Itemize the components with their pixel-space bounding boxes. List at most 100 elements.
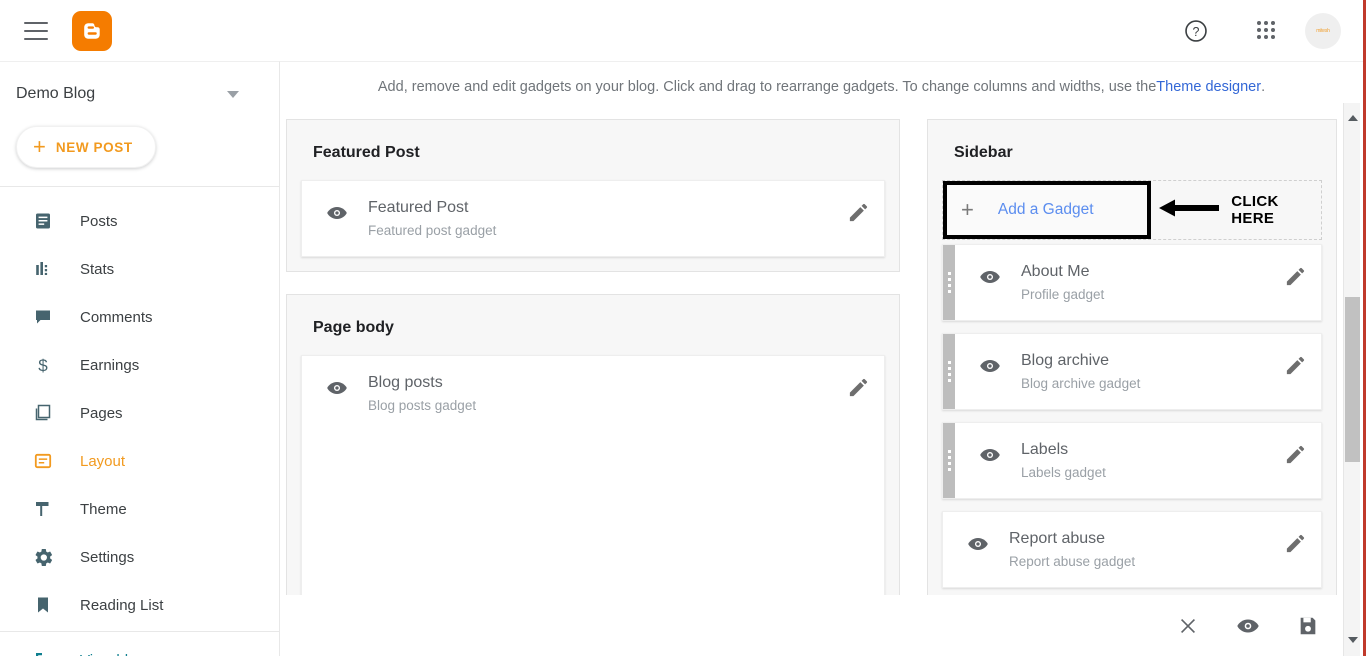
sidebar-item-label: Layout: [80, 452, 126, 470]
gadget-name: Blog posts: [368, 374, 443, 391]
gadget-subtitle: Blog posts gadget: [368, 398, 477, 413]
gadget-body: Featured Post Featured post gadget: [302, 181, 884, 256]
edit-pencil-icon[interactable]: [847, 376, 870, 404]
gadget-name: Blog archive: [1021, 352, 1110, 369]
avatar[interactable]: mitesh: [1305, 12, 1341, 49]
apps-grid-icon[interactable]: [1257, 20, 1277, 41]
sidebar-item-label: Comments: [80, 308, 153, 326]
add-gadget-dropzone: + Add a Gadget CLICK HERE: [942, 180, 1322, 240]
edit-pencil-icon[interactable]: [1284, 265, 1307, 293]
help-circle-icon[interactable]: ?: [1183, 18, 1209, 44]
gadget-subtitle: Report abuse gadget: [1009, 554, 1136, 569]
sidebar-item-label: Pages: [80, 404, 123, 422]
theme-designer-link[interactable]: Theme designer: [1156, 79, 1261, 95]
edit-pencil-icon[interactable]: [847, 201, 870, 229]
layout-column-right: Sidebar + Add a Gadget CLICK HERE About …: [927, 119, 1337, 655]
visibility-eye-icon[interactable]: [979, 444, 1001, 471]
visibility-eye-icon[interactable]: [967, 533, 989, 560]
plus-icon: +: [33, 134, 46, 159]
close-x-icon[interactable]: [1175, 613, 1201, 639]
visibility-eye-icon[interactable]: [326, 377, 348, 404]
sidebar-item-view-blog[interactable]: View blog: [0, 632, 279, 656]
gadget-texts: Blog posts Blog posts gadget: [368, 374, 847, 413]
sidebar-item-label: Settings: [80, 548, 135, 566]
gadget-texts: About Me Profile gadget: [1021, 263, 1284, 302]
vertical-scrollbar[interactable]: [1343, 103, 1360, 656]
drag-handle[interactable]: [943, 334, 955, 409]
sidebar-item-posts[interactable]: Posts: [0, 197, 279, 245]
main-content: Add, remove and edit gadgets on your blo…: [280, 61, 1363, 656]
edit-pencil-icon[interactable]: [1284, 443, 1307, 471]
layout-description-suffix: .: [1261, 79, 1266, 95]
blog-name-label: Demo Blog: [16, 85, 96, 102]
gadget-texts: Featured Post Featured post gadget: [368, 199, 847, 238]
new-post-button[interactable]: + NEW POST: [16, 126, 156, 168]
svg-text:$: $: [38, 356, 48, 375]
save-floppy-icon[interactable]: [1295, 613, 1321, 639]
section-title: Featured Post: [313, 144, 420, 161]
section-sidebar: Sidebar + Add a Gadget CLICK HERE About …: [927, 119, 1337, 609]
sidebar-item-settings[interactable]: Settings: [0, 533, 279, 581]
drag-handle[interactable]: [943, 245, 955, 320]
blogger-layout-page: ? mitesh Demo Blog + NEW POST Posts Stat…: [0, 0, 1366, 656]
layout-description: Add, remove and edit gadgets on your blo…: [280, 62, 1363, 108]
edit-pencil-icon[interactable]: [1284, 354, 1307, 382]
chevron-down-icon: [227, 90, 239, 98]
layout-description-prefix: Add, remove and edit gadgets on your blo…: [377, 79, 1157, 95]
gadget-body: Blog posts Blog posts gadget: [302, 356, 884, 634]
gadget-labels[interactable]: Labels Labels gadget: [942, 422, 1322, 499]
click-here-label: CLICK HERE: [1231, 193, 1279, 227]
visibility-eye-icon[interactable]: [979, 266, 1001, 293]
blog-selector[interactable]: Demo Blog: [0, 62, 279, 126]
gadget-name: Labels: [1021, 441, 1069, 458]
new-post-label: NEW POST: [55, 139, 133, 155]
sidebar-item-theme[interactable]: Theme: [0, 485, 279, 533]
gadget-texts: Blog archive Blog archive gadget: [1021, 352, 1284, 391]
preview-eye-icon[interactable]: [1235, 613, 1261, 639]
gadget-texts: Labels Labels gadget: [1021, 441, 1284, 480]
sidebar-item-comments[interactable]: Comments: [0, 293, 279, 341]
gadget-blog-posts[interactable]: Blog posts Blog posts gadget: [301, 355, 885, 635]
visibility-eye-icon[interactable]: [326, 202, 348, 229]
gadget-blog-archive[interactable]: Blog archive Blog archive gadget: [942, 333, 1322, 410]
sidebar-item-label: Theme: [80, 500, 127, 518]
earnings-dollar-icon: $: [32, 354, 54, 376]
gadget-subtitle: Featured post gadget: [368, 223, 497, 238]
gadget-body: Blog archive Blog archive gadget: [955, 334, 1321, 409]
hamburger-menu-icon[interactable]: [24, 21, 48, 40]
avatar-label: mitesh: [1316, 27, 1330, 34]
section-title: Page body: [313, 319, 394, 336]
gadget-texts: Report abuse Report abuse gadget: [1009, 530, 1284, 569]
add-a-gadget-label: Add a Gadget: [997, 201, 1094, 218]
gadget-subtitle: Blog archive gadget: [1021, 376, 1141, 391]
gadget-about-me[interactable]: About Me Profile gadget: [942, 244, 1322, 321]
gadget-body: About Me Profile gadget: [955, 245, 1321, 320]
visibility-eye-icon[interactable]: [979, 355, 1001, 382]
gadget-report-abuse[interactable]: Report abuse Report abuse gadget: [942, 511, 1322, 588]
sidebar-item-layout[interactable]: Layout: [0, 437, 279, 485]
theme-icon: [32, 498, 54, 520]
gadget-body: Report abuse Report abuse gadget: [943, 512, 1321, 587]
edit-pencil-icon[interactable]: [1284, 532, 1307, 560]
sidebar-item-pages[interactable]: Pages: [0, 389, 279, 437]
sidebar-item-earnings[interactable]: $ Earnings: [0, 341, 279, 389]
section-title: Sidebar: [954, 144, 1013, 161]
add-a-gadget-button[interactable]: + Add a Gadget: [943, 181, 1152, 239]
svg-text:?: ?: [1193, 24, 1200, 38]
drag-handle[interactable]: [943, 423, 955, 498]
bottom-toolbar: [280, 595, 1363, 656]
gadget-name: Report abuse: [1009, 530, 1106, 547]
stats-icon: [32, 258, 54, 280]
scroll-up-arrow-icon[interactable]: [1344, 109, 1361, 126]
section-featured-post: Featured Post Featured Post Featured pos…: [286, 119, 900, 272]
scroll-down-arrow-icon[interactable]: [1344, 631, 1361, 648]
sidebar-item-reading-list[interactable]: Reading List: [0, 581, 279, 629]
gadget-featured-post[interactable]: Featured Post Featured post gadget: [301, 180, 885, 257]
sidebar-item-stats[interactable]: Stats: [0, 245, 279, 293]
scrollbar-thumb[interactable]: [1345, 297, 1360, 462]
click-here-annotation: CLICK HERE: [1159, 181, 1321, 239]
blogger-logo-icon[interactable]: [72, 10, 112, 51]
sidebar-item-label: Earnings: [80, 356, 140, 374]
sidebar-item-label: Posts: [80, 212, 118, 230]
sidebar-item-label: Reading List: [80, 596, 164, 614]
